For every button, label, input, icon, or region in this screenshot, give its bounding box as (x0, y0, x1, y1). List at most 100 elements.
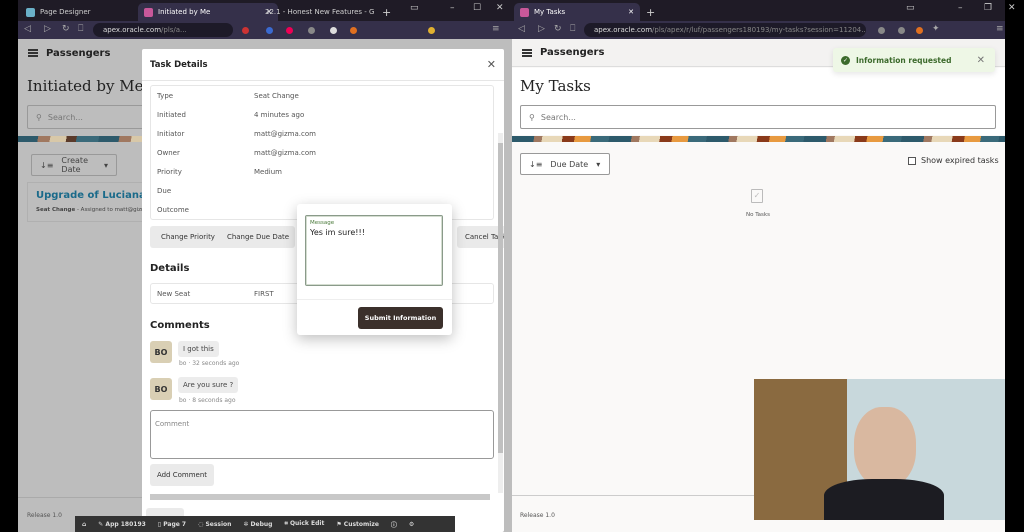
search-input[interactable]: ⚲ Search... (27, 105, 157, 129)
dev-session-label: Session (205, 520, 232, 528)
dev-app-button[interactable]: ✎ App 180193 (98, 521, 146, 528)
message-textarea[interactable]: Message Yes im sure!!! (305, 215, 443, 286)
sort-select[interactable]: ↓≡ Create Date ▾ (31, 154, 117, 176)
success-toast: ✓ Information requested ✕ (833, 48, 995, 72)
dev-customize-button[interactable]: ⚑ Customize (336, 521, 379, 528)
url-host: apex.oracle.com (594, 26, 653, 34)
reload-icon[interactable]: ↻ (554, 24, 562, 34)
close-toast-icon[interactable]: ✕ (977, 55, 985, 66)
person-body (824, 479, 944, 520)
sort-select[interactable]: ↓≡ Due Date ▾ (520, 153, 610, 175)
caret-down-icon: ▾ (596, 159, 601, 169)
left-tab-bar: Page Designer Initiated by Me ✕ 22.1 - Ho… (18, 0, 512, 21)
submit-information-button[interactable]: Submit Information (358, 307, 443, 329)
vertical-scrollbar[interactable] (498, 133, 503, 493)
change-priority-button[interactable]: Change Priority (150, 226, 226, 248)
extension-icon[interactable] (266, 27, 273, 34)
new-tab-button[interactable]: + (640, 3, 661, 21)
favicon-icon (144, 7, 153, 17)
sort-label: Create Date (61, 156, 88, 174)
footer-divider (18, 497, 142, 498)
extension-icon[interactable] (286, 27, 293, 34)
dev-session-button[interactable]: ◌ Session (198, 521, 231, 528)
dev-page-button[interactable]: ▯ Page 7 (158, 521, 186, 528)
bookmark-icon[interactable]: ⎕ (570, 24, 575, 34)
dialog-title: Task Details (150, 59, 208, 70)
detail-value: matt@gizma.com (254, 148, 316, 157)
back-icon[interactable]: ◁ (518, 24, 525, 34)
comment-time: 32 seconds ago (192, 360, 240, 367)
reload-icon[interactable]: ↻ (62, 24, 70, 34)
maximize-icon[interactable]: ❐ (984, 3, 992, 13)
extension-icon[interactable] (898, 27, 905, 34)
tab-honest-new-features[interactable]: 22.1 - Honest New Features - Goog (254, 3, 374, 21)
extension-icon[interactable] (916, 27, 923, 34)
detail-key: Outcome (157, 205, 189, 214)
dev-debug-button[interactable]: ✲ Debug (243, 521, 272, 528)
message-value: Yes im sure!!! (310, 228, 365, 237)
checkbox[interactable] (908, 156, 916, 165)
cancel-task-button[interactable]: Cancel Task (457, 226, 504, 248)
menu-icon[interactable]: ≡ (492, 24, 500, 34)
dev-customize-label: Customize (343, 520, 379, 528)
close-tab-icon[interactable]: ✕ (628, 8, 634, 16)
menu-icon[interactable]: ≡ (996, 24, 1004, 34)
close-dialog-icon[interactable]: ✕ (487, 58, 496, 71)
detail-row: Initiated 4 minutes ago (151, 105, 493, 124)
extension-icon[interactable] (330, 27, 337, 34)
extension-icon[interactable] (350, 27, 357, 34)
search-input[interactable]: ⚲ Search... (520, 105, 996, 129)
extension-icon[interactable] (878, 27, 885, 34)
dev-quick-edit-button[interactable]: ⌗ Quick Edit (284, 520, 324, 528)
brave-shield-icon[interactable] (242, 27, 249, 34)
dialog-header: Task Details ✕ (142, 49, 504, 81)
tab-my-tasks[interactable]: My Tasks ✕ (514, 3, 640, 21)
forward-icon[interactable]: ▷ (44, 24, 51, 34)
new-tab-button[interactable]: + (376, 3, 397, 21)
change-due-date-button[interactable]: Change Due Date (221, 226, 295, 248)
detail-row: Initiator matt@gizma.com (151, 124, 493, 143)
puzzle-icon[interactable]: ✦ (932, 24, 940, 34)
maximize-icon[interactable]: ☐ (473, 3, 481, 13)
hamburger-icon[interactable] (28, 49, 38, 57)
forward-icon[interactable]: ▷ (538, 24, 545, 34)
task-card-title[interactable]: Upgrade of Luciana S (36, 190, 156, 201)
close-window-icon[interactable]: ✕ (1008, 3, 1016, 13)
back-icon[interactable]: ◁ (24, 24, 31, 34)
toast-message: Information requested (856, 55, 952, 65)
horizontal-scrollbar[interactable] (150, 494, 490, 500)
bookmark-icon[interactable]: ⎕ (78, 24, 83, 34)
request-info-popup: Message Yes im sure!!! Submit Informatio… (297, 204, 452, 335)
left-address-bar: ◁ ▷ ↻ ⎕ apex.oracle.com/pls/a... ≡ (18, 21, 512, 39)
cast-icon[interactable]: ▭ (906, 3, 915, 13)
banner (512, 136, 1005, 142)
search-placeholder: Search... (47, 112, 83, 122)
cast-icon[interactable]: ▭ (410, 3, 419, 13)
url-bar[interactable]: apex.oracle.com/pls/a... (93, 23, 233, 37)
show-expired-toggle[interactable]: Show expired tasks (908, 156, 999, 165)
message-label: Message (310, 220, 335, 226)
page-title: My Tasks (520, 77, 591, 95)
comment-time: 8 seconds ago (192, 397, 236, 404)
sort-label: Due Date (550, 159, 589, 169)
settings-gear-icon[interactable]: ⚙ (409, 521, 414, 528)
info-icon[interactable]: ⓘ (391, 520, 397, 529)
add-comment-button[interactable]: Add Comment (150, 464, 214, 486)
check-circle-icon: ✓ (841, 55, 850, 65)
url-bar[interactable]: apex.oracle.com/pls/apex/r/luf/passenger… (584, 23, 866, 37)
comment-textarea[interactable]: Comment (150, 410, 494, 459)
hamburger-icon[interactable] (522, 48, 532, 57)
extension-icon[interactable] (308, 27, 315, 34)
minimize-icon[interactable]: – (450, 3, 455, 13)
home-icon[interactable]: ⌂ (82, 521, 86, 528)
show-expired-label: Show expired tasks (921, 156, 999, 165)
details-heading: Details (150, 263, 190, 274)
app-name: Passengers (46, 47, 111, 59)
detail-value: matt@gizma.com (254, 129, 316, 138)
minimize-icon[interactable]: – (958, 3, 963, 13)
profile-icon[interactable] (428, 27, 435, 34)
tab-page-designer[interactable]: Page Designer (20, 3, 132, 21)
close-window-icon[interactable]: ✕ (496, 3, 504, 13)
webcam-video (754, 379, 1005, 520)
developer-toolbar: ⌂ ✎ App 180193 ▯ Page 7 ◌ Session ✲ Debu… (75, 516, 455, 532)
